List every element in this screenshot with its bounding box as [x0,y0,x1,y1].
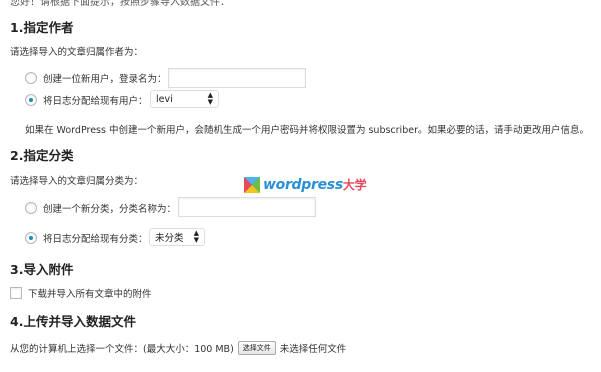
option-assign-existing-user[interactable]: 将日志分配给现有用户： [25,93,148,107]
watermark-text: wordpress [263,177,343,193]
watermark-text-cn: 大学 [342,178,367,192]
assign-user-radio[interactable] [25,94,37,106]
watermark: wordpress大学 [244,176,367,193]
create-category-label: 创建一个新分类，分类名称为： [43,204,177,215]
file-upload-row: 从您的计算机上选择一个文件：(最大大小：100 MB) 选择文件 未选择任何文件 [10,341,346,355]
download-attachments-label: 下载并导入所有文章中的附件 [28,289,152,300]
create-user-label: 创建一位新用户，登录名为： [43,74,167,85]
download-attachments-option[interactable]: 下载并导入所有文章中的附件 [10,286,152,300]
existing-category-select[interactable]: 未分类 ▲ ▼ [149,228,205,246]
new-category-input[interactable] [178,197,316,217]
file-prompt: 从您的计算机上选择一个文件：(最大大小：100 MB) [10,344,234,355]
wordpress-daxue-logo-icon [244,176,260,193]
author-prompt: 请选择导入的文章归属作者为： [10,47,144,58]
file-status: 未选择任何文件 [279,344,347,355]
section-title-attachments: 3.导入附件 [10,262,74,277]
existing-user-select[interactable]: levi ▲ ▼ [150,90,219,108]
select-arrows-icon: ▲ ▼ [207,91,213,106]
section-title-upload: 4.上传并导入数据文件 [10,314,136,329]
section-title-author: 1.指定作者 [10,20,74,35]
existing-user-value: levi [156,93,173,105]
section-title-category: 2.指定分类 [10,148,74,163]
new-username-input[interactable] [168,68,306,88]
import-settings-page: 您好！请根据下面提示，按照步骤导入数据文件： 1.指定作者 请选择导入的文章归属… [0,0,601,372]
category-prompt: 请选择导入的文章归属分类为： [10,176,144,187]
download-attachments-checkbox[interactable] [10,287,22,299]
intro-text: 您好！请根据下面提示，按照步骤导入数据文件： [10,0,230,8]
assign-category-label: 将日志分配给现有分类： [43,234,148,245]
option-create-new-category[interactable]: 创建一个新分类，分类名称为： [25,201,176,215]
author-note: 如果在 WordPress 中创建一个新用户，会随机生成一个用户密码并将权限设置… [25,125,589,136]
existing-category-value: 未分类 [155,233,184,244]
select-arrows-icon: ▲ ▼ [193,229,199,244]
choose-file-button[interactable]: 选择文件 [237,341,276,355]
option-assign-existing-category[interactable]: 将日志分配给现有分类： [25,231,148,245]
option-create-new-user[interactable]: 创建一位新用户，登录名为： [25,71,167,85]
assign-category-radio[interactable] [25,232,37,244]
create-user-radio[interactable] [25,72,37,84]
assign-user-label: 将日志分配给现有用户： [43,96,148,107]
create-category-radio[interactable] [25,202,37,214]
